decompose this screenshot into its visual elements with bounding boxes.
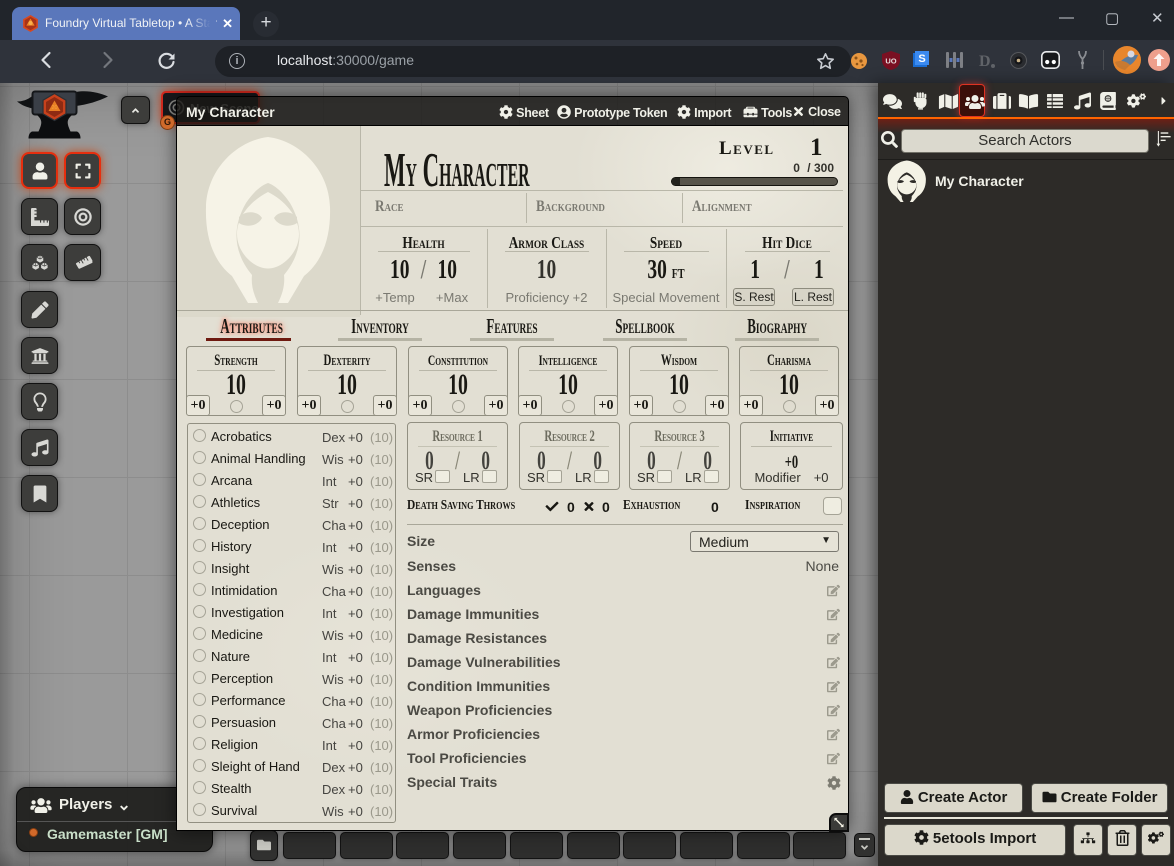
svg-text:UO: UO	[885, 57, 896, 66]
svg-text:20: 20	[51, 105, 57, 111]
svg-text:D: D	[979, 53, 991, 70]
svg-text:S: S	[918, 53, 925, 65]
